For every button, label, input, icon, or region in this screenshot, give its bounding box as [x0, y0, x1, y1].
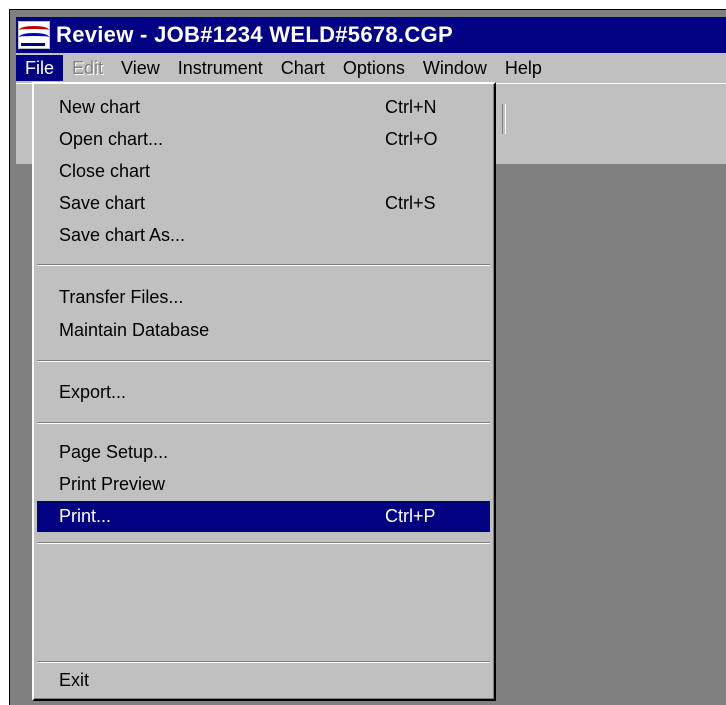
menu-item-export[interactable]: Export... — [37, 377, 490, 408]
review-app-icon[interactable] — [18, 21, 50, 49]
window-title: Review - JOB#1234 WELD#5678.CGP — [56, 22, 453, 47]
menu-item-shortcut: Ctrl+N — [385, 97, 437, 117]
menu-item-label: Save chart — [59, 193, 146, 213]
menu-item-save-chart[interactable]: Save chart Ctrl+S — [37, 188, 490, 219]
menu-chart[interactable]: Chart — [272, 55, 334, 81]
menu-item-save-chart-as[interactable]: Save chart As... — [37, 220, 490, 251]
menu-help[interactable]: Help — [496, 55, 551, 81]
menu-item-label: Maintain Database — [59, 320, 210, 340]
menu-item-shortcut: Ctrl+O — [385, 129, 438, 149]
menu-item-print[interactable]: Print... Ctrl+P — [37, 501, 490, 532]
menu-item-new-chart[interactable]: New chart Ctrl+N — [37, 92, 490, 123]
menu-item-label: Save chart As... — [59, 225, 186, 245]
menu-item-exit[interactable]: Exit — [37, 665, 490, 696]
application-window: Review - JOB#1234 WELD#5678.CGP File Edi… — [9, 9, 726, 705]
menu-item-label: Print Preview — [59, 474, 166, 494]
menu-item-print-preview[interactable]: Print Preview — [37, 469, 490, 500]
menu-file[interactable]: File — [16, 55, 64, 81]
menu-item-open-chart[interactable]: Open chart... Ctrl+O — [37, 124, 490, 155]
menu-item-label: New chart — [59, 97, 141, 117]
menu-bar: File Edit View Instrument Chart Options … — [16, 53, 726, 83]
menu-instrument[interactable]: Instrument — [169, 55, 272, 81]
menu-window[interactable]: Window — [414, 55, 496, 81]
menu-item-label: Exit — [59, 670, 90, 690]
menu-edit: Edit — [72, 58, 104, 78]
menu-item-label: Page Setup... — [59, 442, 169, 462]
title-bar[interactable]: Review - JOB#1234 WELD#5678.CGP — [16, 17, 726, 53]
menu-separator — [37, 542, 490, 544]
menu-item-label: Open chart... — [59, 129, 164, 149]
menu-separator — [37, 661, 490, 663]
menu-item-shortcut: Ctrl+P — [385, 506, 436, 526]
menu-options[interactable]: Options — [334, 55, 414, 81]
menu-item-label: Print... — [59, 506, 112, 526]
menu-view[interactable]: View — [112, 55, 169, 81]
menu-item-page-setup[interactable]: Page Setup... — [37, 437, 490, 468]
menu-item-close-chart[interactable]: Close chart — [37, 156, 490, 187]
menu-item-label: Transfer Files... — [59, 287, 184, 307]
menu-item-label: Close chart — [59, 161, 151, 181]
menu-separator — [37, 360, 490, 362]
file-menu-dropdown: New chart Ctrl+N Open chart... Ctrl+O Cl… — [32, 82, 496, 701]
menu-item-maintain-database[interactable]: Maintain Database — [37, 315, 490, 346]
menu-item-label: Export... — [59, 382, 127, 402]
toolbar-separator — [502, 104, 506, 134]
menu-item-transfer-files[interactable]: Transfer Files... — [37, 282, 490, 313]
menu-item-shortcut: Ctrl+S — [385, 193, 436, 213]
menu-separator — [37, 422, 490, 424]
menu-separator — [37, 264, 490, 266]
